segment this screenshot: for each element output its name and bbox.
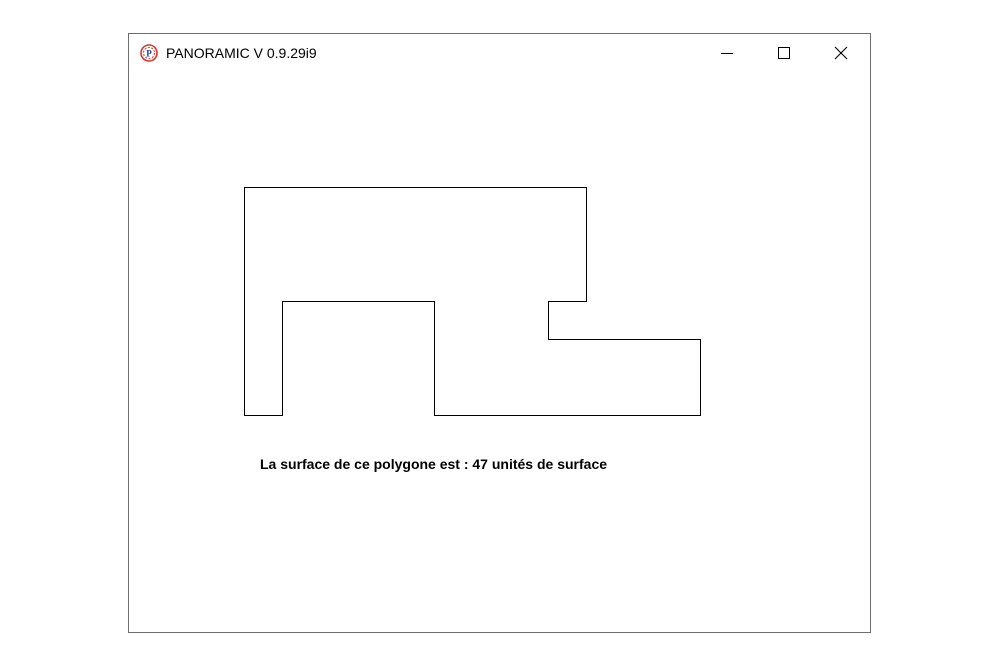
drawing-canvas: [244, 187, 701, 416]
maximize-icon: [777, 47, 790, 59]
panoramic-logo-icon[interactable]: P: [140, 44, 158, 62]
polygon-shape: [244, 187, 701, 416]
minimize-button[interactable]: [698, 34, 755, 72]
close-button[interactable]: [812, 34, 869, 72]
title-bar[interactable]: P PANORAMIC V 0.9.29i9: [129, 34, 870, 72]
maximize-button[interactable]: [755, 34, 812, 72]
client-area: La surface de ce polygone est : 47 unité…: [129, 72, 870, 632]
surface-result-text: La surface de ce polygone est : 47 unité…: [260, 456, 608, 472]
window-title: PANORAMIC V 0.9.29i9: [166, 45, 317, 61]
app-window: P PANORAMIC V 0.9.29i9 La surface de ce …: [128, 33, 871, 633]
svg-text:P: P: [146, 49, 152, 59]
close-icon: [834, 46, 847, 60]
minimize-icon: [720, 53, 733, 54]
